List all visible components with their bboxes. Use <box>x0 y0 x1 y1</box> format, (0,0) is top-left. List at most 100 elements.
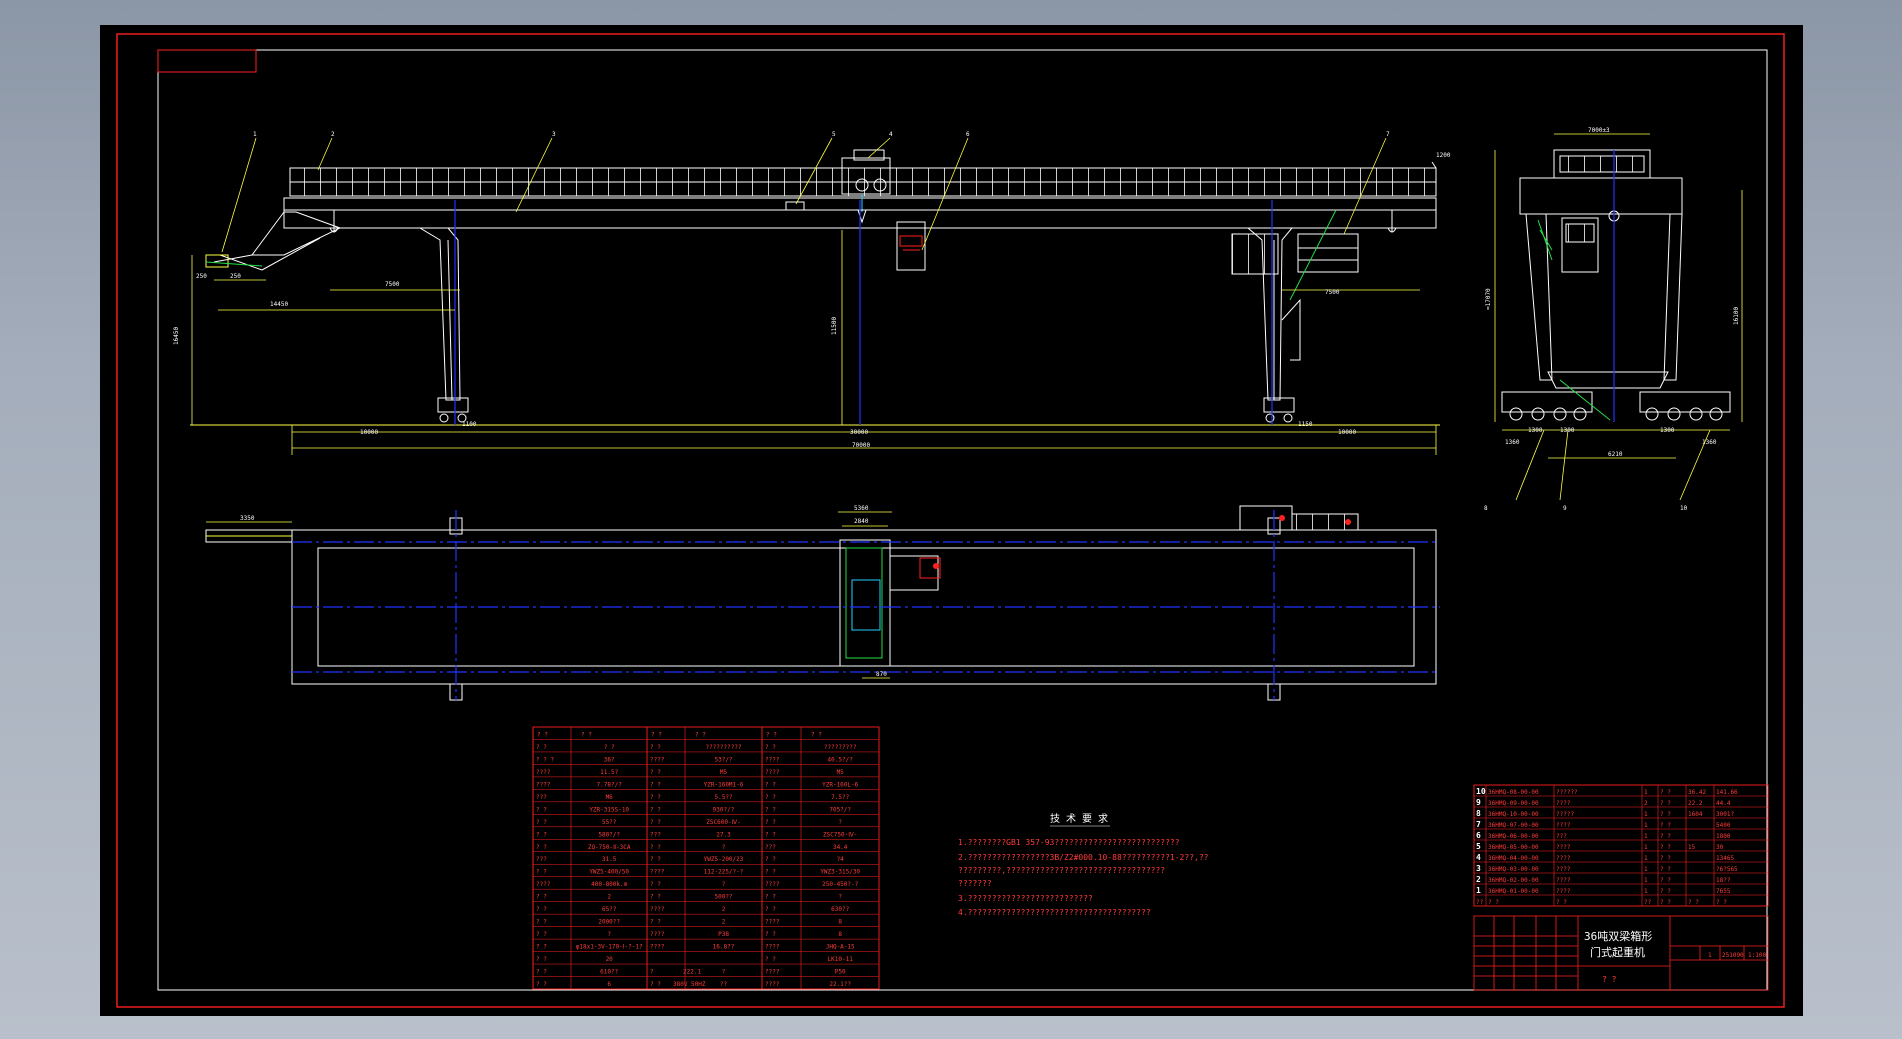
param-label: ? ? <box>650 806 661 813</box>
param-col-header: ? ? <box>651 731 662 738</box>
param-value: ZSC600-Ⅳ- <box>706 819 740 826</box>
param-label: ? ? <box>650 794 661 801</box>
param-label: ? ? <box>765 906 776 913</box>
param-value: ????????? <box>824 744 857 751</box>
param-value: M5 <box>837 769 845 776</box>
bom-cell: ? ? <box>1660 833 1671 840</box>
param-label: ??? <box>536 856 547 863</box>
param-value: ?? <box>720 981 728 988</box>
callout-3: 3 <box>552 131 556 138</box>
dim-10000-left: 10000 <box>360 429 378 436</box>
bom-cell: 36HMQ-07-00-00 <box>1488 822 1539 829</box>
param-label: ? ? <box>650 894 661 901</box>
bom-cell: 1 <box>1644 789 1648 796</box>
param-label: ? ? <box>650 769 661 776</box>
param-label: ? ? <box>536 844 547 851</box>
param-value: 250-450?-? <box>822 881 859 888</box>
param-label: ? ? <box>536 906 547 913</box>
param-value: P50 <box>835 969 846 976</box>
dim-1100: 1100 <box>462 421 477 428</box>
param-value: 705?/? <box>829 806 851 813</box>
param-footer-voltage: 380V 50HZ <box>673 981 706 988</box>
bom-cell: ? ? <box>1660 789 1671 796</box>
callout-9: 9 <box>1563 505 1567 512</box>
param-value: ? <box>722 844 726 851</box>
bom-cell: 1 <box>1644 855 1648 862</box>
bom-cell: 1 <box>1644 866 1648 873</box>
bom-cell: 13465 <box>1716 855 1734 862</box>
param-value: 40.5?/? <box>828 756 854 763</box>
bom-cell: ? ? <box>1660 800 1671 807</box>
param-value: 8 <box>838 919 842 926</box>
bom-cell: ? ? <box>1660 877 1671 884</box>
bom-cell: 9 <box>1476 798 1481 807</box>
side-dim-1360-r: 1360 <box>1702 439 1717 446</box>
param-label: ? ? <box>650 919 661 926</box>
param-value: ZQ-750-Ⅱ-3CA <box>588 844 631 851</box>
title-scale: 1:100 <box>1748 952 1766 959</box>
bom-cell: 36HMQ-06-00-00 <box>1488 833 1539 840</box>
plan-dim-870: 870 <box>876 671 887 678</box>
bom-cell: 7655 <box>1716 888 1731 895</box>
tech-line-2: 2.?????????????????3B/Z2#000.10-88??????… <box>958 853 1209 862</box>
param-label: ? ? <box>536 919 547 926</box>
bom-cell: 1 <box>1644 811 1648 818</box>
bom-cell: ???? <box>1556 866 1571 873</box>
param-col-header: ? ? <box>581 731 592 738</box>
plan-dim-2840: 2840 <box>854 518 869 525</box>
param-label: ? ? <box>765 819 776 826</box>
param-value: 27.3 <box>716 831 731 838</box>
param-label: ???? <box>765 981 780 988</box>
param-value: 11.5? <box>600 769 618 776</box>
side-dim-1300-c: 1300 <box>1660 427 1675 434</box>
param-value: 7.78?/? <box>597 781 623 788</box>
bom-cell: ???? <box>1556 844 1571 851</box>
param-label: ? ? <box>536 931 547 938</box>
bom-cell: 36HMQ-05-00-00 <box>1488 844 1539 851</box>
bom-cell: ?6?565 <box>1716 866 1738 873</box>
bom-cell: 30 <box>1716 844 1724 851</box>
param-label: ? ? <box>650 744 661 751</box>
bom-cell: ? ? <box>1660 866 1671 873</box>
bom-cell: ???? <box>1556 877 1571 884</box>
param-label: ? ? <box>765 794 776 801</box>
dim-70000: 70000 <box>852 442 870 449</box>
callout-8: 8 <box>1484 505 1488 512</box>
callout-4: 4 <box>889 131 893 138</box>
param-label: ? ? <box>536 894 547 901</box>
bom-header-cell: ? ? <box>1488 899 1499 906</box>
param-value: YWZ5-200/23 <box>704 856 744 863</box>
param-value: 2 <box>607 894 611 901</box>
callout-6: 6 <box>966 131 970 138</box>
param-label: ? ? <box>536 981 547 988</box>
param-value: 65?? <box>602 906 617 913</box>
bom-cell: 1604 <box>1688 811 1703 818</box>
param-value: 630?? <box>831 906 849 913</box>
bom-cell: 1 <box>1644 888 1648 895</box>
bom-cell: ???? <box>1556 855 1571 862</box>
param-label: ???? <box>536 769 551 776</box>
bom-cell: 44.4 <box>1716 800 1731 807</box>
param-value: ? <box>722 969 726 976</box>
param-value: 2000?? <box>598 919 620 926</box>
param-value: JHQ-A-15 <box>826 944 855 951</box>
param-col-header: ? ? <box>811 731 822 738</box>
bom-cell: 36HMQ-01-00-00 <box>1488 888 1539 895</box>
param-footer-power: 222.1 <box>683 969 701 976</box>
dim-7500-left: 7500 <box>385 281 400 288</box>
param-value: 400-800k.m <box>591 881 628 888</box>
param-value: M6 <box>606 794 614 801</box>
param-col-header: ? ? <box>537 731 548 738</box>
param-label: ? ? ? <box>536 756 554 763</box>
param-value: M5 <box>720 769 728 776</box>
param-label: ???? <box>650 906 665 913</box>
param-value: 8 <box>838 931 842 938</box>
param-value: 7.5?? <box>831 794 849 801</box>
bom-cell: 5 <box>1476 842 1481 851</box>
param-value: 930?/? <box>713 806 735 813</box>
callout-2: 2 <box>331 131 335 138</box>
bom-header-cell: ? ? <box>1556 899 1567 906</box>
param-label: ? ? <box>765 744 776 751</box>
param-label: ???? <box>765 881 780 888</box>
bom-cell: ???? <box>1556 800 1571 807</box>
